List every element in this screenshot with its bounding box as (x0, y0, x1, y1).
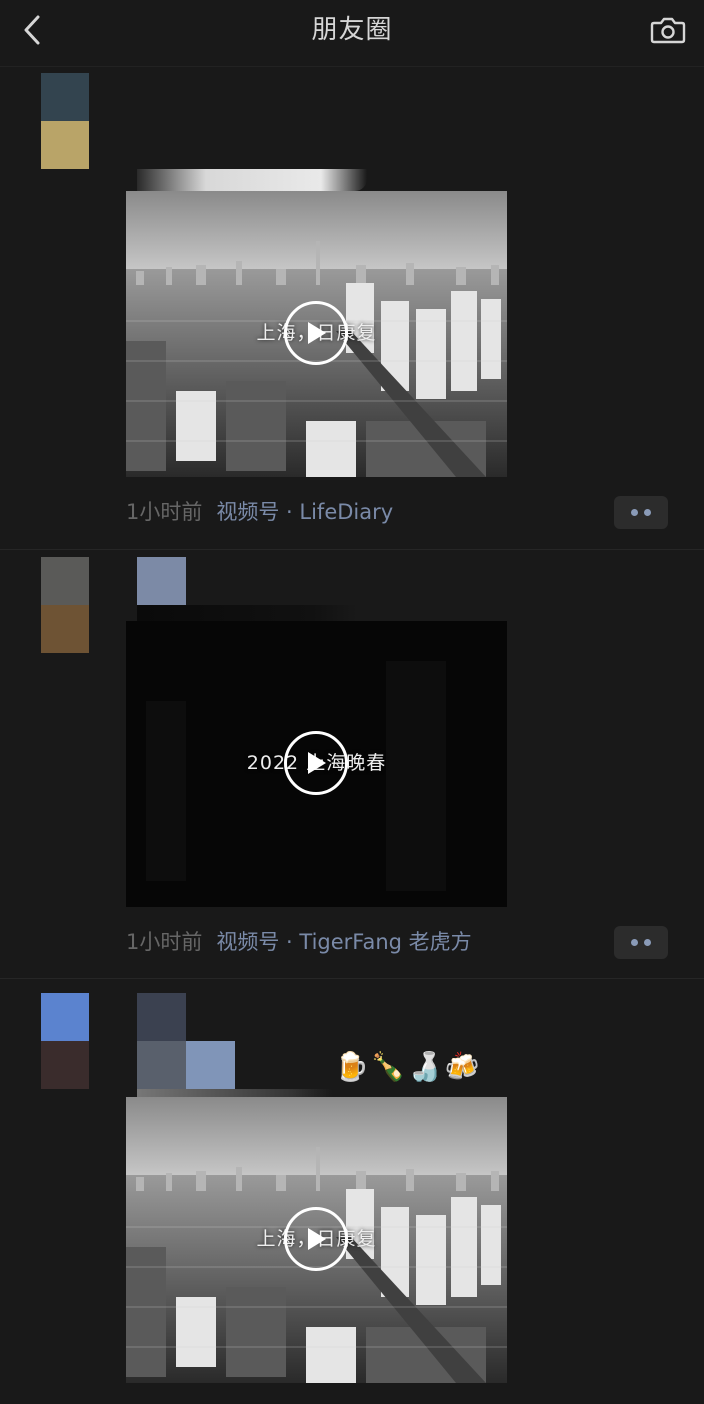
page-title: 朋友圈 (311, 15, 393, 45)
post-meta: 1小时前 视频号 · TigerFang 老虎方 (126, 926, 472, 958)
avatar-bottom (41, 605, 89, 653)
post-emojis: 🍺🍾🍶🍻 (334, 1050, 482, 1083)
video-thumbnail[interactable]: 上海，日康复 (126, 1097, 507, 1383)
avatar-bottom (41, 1041, 89, 1089)
post-text-blurred (137, 1041, 186, 1089)
avatar[interactable] (41, 557, 89, 653)
video-thumbnail[interactable]: 2022 上海晚春 (126, 621, 507, 907)
moment-post: 2022 上海晚春 1小时前 视频号 · TigerFang 老虎方 (0, 550, 704, 979)
moment-post: 上海，日康复 1小时前视频号 · LifeDiary (0, 67, 704, 550)
video-thumbnail[interactable]: 上海，日康复 (126, 191, 507, 477)
post-text-blurred (137, 1089, 332, 1097)
more-options-button[interactable] (614, 496, 668, 529)
dot (644, 939, 651, 946)
dot (631, 509, 638, 516)
play-button[interactable] (284, 731, 348, 795)
play-button[interactable] (284, 1207, 348, 1271)
more-options-button[interactable] (614, 926, 668, 959)
post-time: 1小时前 (126, 500, 203, 524)
avatar-top (41, 557, 89, 605)
avatar-top (41, 73, 89, 121)
username-blurred[interactable] (137, 993, 186, 1041)
post-text-blurred (186, 1041, 235, 1089)
avatar[interactable] (41, 73, 89, 169)
post-time: 1小时前 (126, 930, 203, 954)
play-icon (308, 322, 326, 344)
channel-link[interactable]: 视频号 · TigerFang 老虎方 (216, 930, 471, 954)
avatar-top (41, 993, 89, 1041)
username-blurred[interactable] (137, 557, 186, 605)
camera-icon (650, 17, 686, 44)
avatar-bottom (41, 121, 89, 169)
username-blurred[interactable] (137, 169, 367, 191)
channel-link[interactable]: 视频号 · LifeDiary (216, 500, 393, 524)
play-icon (308, 752, 326, 774)
post-meta: 1小时前 视频号 · LifeDiary (126, 496, 393, 528)
play-icon (308, 1228, 326, 1250)
dot (631, 939, 638, 946)
username-blurred-tail (137, 605, 357, 621)
camera-button[interactable] (646, 10, 690, 50)
avatar[interactable] (41, 993, 89, 1089)
dot (644, 509, 651, 516)
nav-bar: 朋友圈 (0, 0, 704, 67)
play-button[interactable] (284, 301, 348, 365)
